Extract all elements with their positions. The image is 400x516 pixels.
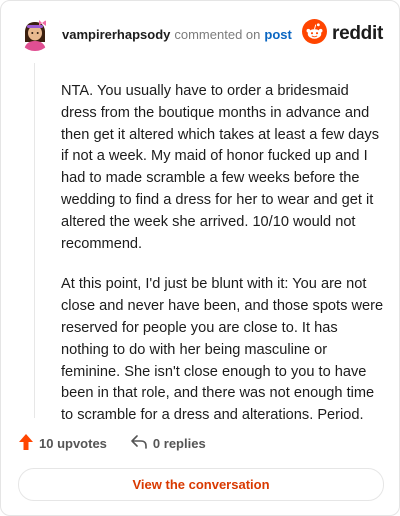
upvote-count: 10 upvotes (39, 435, 107, 451)
upvote-button[interactable]: 10 upvotes (19, 433, 107, 453)
comment-paragraph-1: NTA. You usually have to order a bridesm… (61, 83, 379, 252)
comment-footer: 10 upvotes 0 replies (19, 433, 230, 453)
thread-line (34, 63, 35, 418)
reply-arrow-icon (131, 434, 147, 452)
reply-button[interactable]: 0 replies (131, 434, 206, 452)
comment-card: vampirerhapsody commented onpost reddit (0, 0, 400, 516)
upvote-arrow-icon (19, 433, 33, 453)
avatar-icon[interactable] (18, 17, 52, 51)
action-text: commented on (174, 27, 261, 42)
username-link[interactable]: vampirerhapsody (62, 27, 170, 42)
byline: vampirerhapsody commented on post (62, 27, 292, 42)
post-link[interactable]: post (264, 27, 291, 42)
comment-header: vampirerhapsody commented on post reddit (18, 15, 385, 55)
view-conversation-button[interactable]: View the conversation (18, 468, 384, 501)
reddit-brand[interactable]: reddit (302, 19, 383, 49)
reddit-logo-icon (302, 19, 328, 49)
comment-paragraph-2: At this point, I'd just be blunt with it… (61, 276, 384, 424)
reddit-wordmark: reddit (332, 23, 383, 44)
comment-body: NTA. You usually have to order a bridesm… (61, 81, 384, 446)
reply-count: 0 replies (152, 435, 206, 451)
